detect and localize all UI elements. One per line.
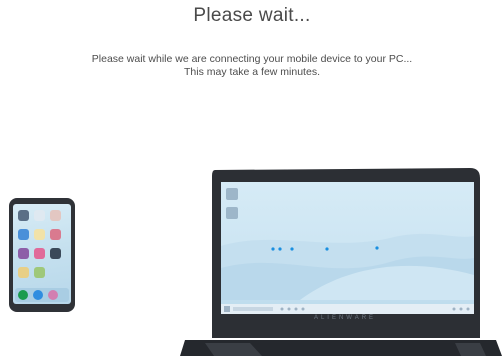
loading-dot <box>375 246 379 250</box>
connection-wait-screen: Please wait... Please wait while we are … <box>0 0 504 356</box>
laptop-illustration <box>180 168 502 356</box>
desktop-icon <box>226 207 238 219</box>
loading-dot <box>278 247 282 251</box>
laptop-brand-label: ALIENWARE <box>313 315 377 321</box>
desktop-icon <box>226 188 238 200</box>
loading-dot <box>325 247 329 251</box>
loading-dot <box>271 247 275 251</box>
loading-dot <box>290 247 294 251</box>
